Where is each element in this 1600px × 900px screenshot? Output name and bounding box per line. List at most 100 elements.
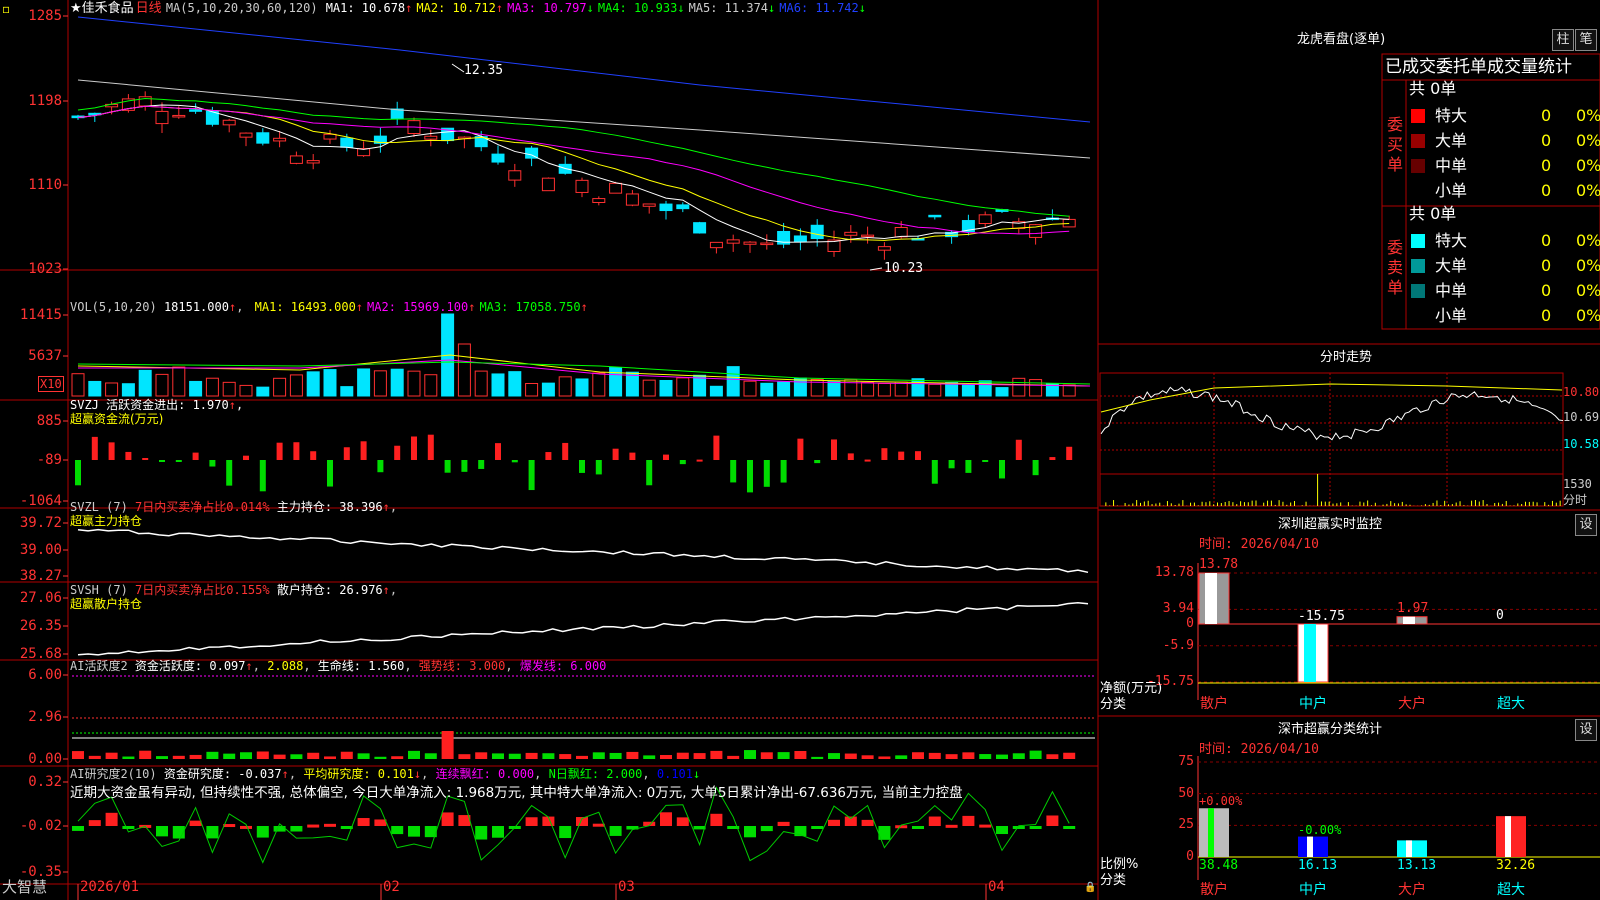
vol-ma-item: MA3: 17058.750 (479, 300, 581, 314)
star-icon: ★ (70, 1, 82, 16)
flow-bar (595, 460, 602, 475)
szm-category: 中户 (1299, 696, 1327, 712)
flow-bar (360, 441, 367, 460)
research-bar (206, 826, 219, 839)
y-tick-label: 1023 (28, 261, 62, 277)
research-bar (928, 816, 941, 826)
legend-swatch (1411, 284, 1425, 298)
svzl-line (77, 528, 1089, 574)
active-bar (979, 754, 992, 759)
flow-bar (763, 460, 770, 487)
ai-research-header: AI研究度2(10) 资金研究度: -0.037↑, 平均研究度: 0.101↓… (70, 767, 701, 781)
vol-ma-item: MA1: 16493.000 (254, 300, 356, 314)
szc-y-tick: 0 (1186, 849, 1194, 864)
sz-class-settings-button[interactable]: 设 (1575, 719, 1597, 741)
szc-category: 散户 (1200, 882, 1228, 898)
volume-bar (541, 382, 555, 397)
svsh-header: SVSH (7) 7日内买卖净占比0.155% 散户持仓: 26.976↑, (70, 583, 398, 597)
szc-category: 中户 (1299, 882, 1327, 898)
candle (1062, 218, 1076, 228)
flow-bar (343, 447, 350, 460)
period-label[interactable]: 日线 (136, 1, 162, 16)
szm-value-label: 1.97 (1397, 600, 1429, 616)
buy-total: 共 0单 (1409, 79, 1457, 98)
flow-bar (864, 459, 871, 462)
volume-bar (424, 374, 438, 397)
buy-side-label: 委买单 (1387, 115, 1404, 174)
y-tick-label: 25.68 (19, 646, 62, 662)
active-bar (290, 754, 303, 759)
y-tick-label: 11415 (19, 307, 62, 323)
research-bar (979, 824, 992, 828)
active-bar (122, 756, 135, 759)
volume-bar (709, 385, 723, 397)
flow-bar (259, 460, 266, 492)
active-bar (189, 754, 202, 759)
active-bar (374, 756, 387, 759)
date-tick-label: 04 (988, 879, 1005, 895)
column-view-button[interactable]: 柱 (1552, 29, 1574, 51)
research-bar (105, 812, 118, 826)
flow-bar (629, 452, 636, 460)
active-bar (626, 751, 639, 759)
szc-value-label: 32.26 (1496, 858, 1536, 873)
volume-bar (222, 381, 236, 397)
volume-bar (474, 370, 488, 397)
active-bar (256, 751, 269, 759)
volume-bar (256, 386, 270, 397)
szm-category: 超大 (1497, 696, 1525, 712)
stock-name: 佳禾食品 (81, 1, 134, 16)
candle (289, 155, 303, 164)
longhu-count: 0 (1541, 231, 1552, 250)
flow-bar (226, 460, 233, 486)
research-bar (88, 820, 101, 826)
y-tick-label: 39.00 (19, 542, 62, 558)
sz-monitor-settings-button[interactable]: 设 (1575, 514, 1597, 536)
longhu-count: 0 (1541, 181, 1552, 200)
flow-bar (75, 460, 81, 486)
active-bar (861, 755, 874, 759)
vol-unit-badge: X10 (38, 376, 64, 392)
y-tick-label: 39.72 (19, 515, 62, 531)
volume-bar (676, 377, 690, 397)
active-bar (324, 756, 336, 759)
szc-bar-highlight (1505, 816, 1511, 857)
active-bar (592, 752, 605, 759)
sz-monitor-title: 深圳超赢实时监控 (1278, 517, 1383, 532)
candle (877, 246, 891, 251)
ma-line (77, 104, 1070, 243)
candle (189, 109, 203, 112)
szc-delta-label: +0.00% (1199, 794, 1243, 809)
sz-monitor-time: 时间: 2026/04/10 (1199, 537, 1319, 552)
active-bar (962, 752, 975, 759)
flow-bar (747, 460, 753, 493)
active-bar (424, 753, 437, 759)
research-bar (492, 826, 504, 838)
longhu-count: 0 (1541, 156, 1552, 175)
main-chart-area[interactable] (0, 0, 1600, 900)
ai-research-comment: 近期大资金虽有异动, 但持续性不强, 总体偏空, 今日大单净流入: 1.968万… (70, 785, 963, 801)
candle (709, 241, 723, 249)
volume-bar (239, 384, 253, 397)
research-bar (391, 826, 404, 835)
candle (306, 160, 320, 164)
volume-bar (978, 380, 992, 397)
sz-monitor-cat-label: 分类 (1100, 697, 1127, 712)
active-bar (844, 753, 857, 759)
research-bar (676, 817, 689, 826)
flow-bar (444, 460, 451, 473)
candle (726, 239, 740, 244)
active-bar (559, 754, 572, 759)
flow-bar (142, 458, 149, 461)
lock-icon[interactable]: 🔒 (1084, 881, 1096, 895)
active-bar (1063, 752, 1076, 759)
vol-value: 18151.000 (163, 300, 229, 314)
research-bar (1046, 815, 1059, 826)
volume-bar (894, 381, 908, 397)
candle (172, 114, 186, 118)
research-bar (374, 819, 387, 826)
active-bar (172, 755, 185, 759)
tick-view-button[interactable]: 笔 (1575, 29, 1597, 51)
szc-value-label: 16.13 (1298, 858, 1338, 873)
longhu-count: 0 (1541, 256, 1552, 275)
